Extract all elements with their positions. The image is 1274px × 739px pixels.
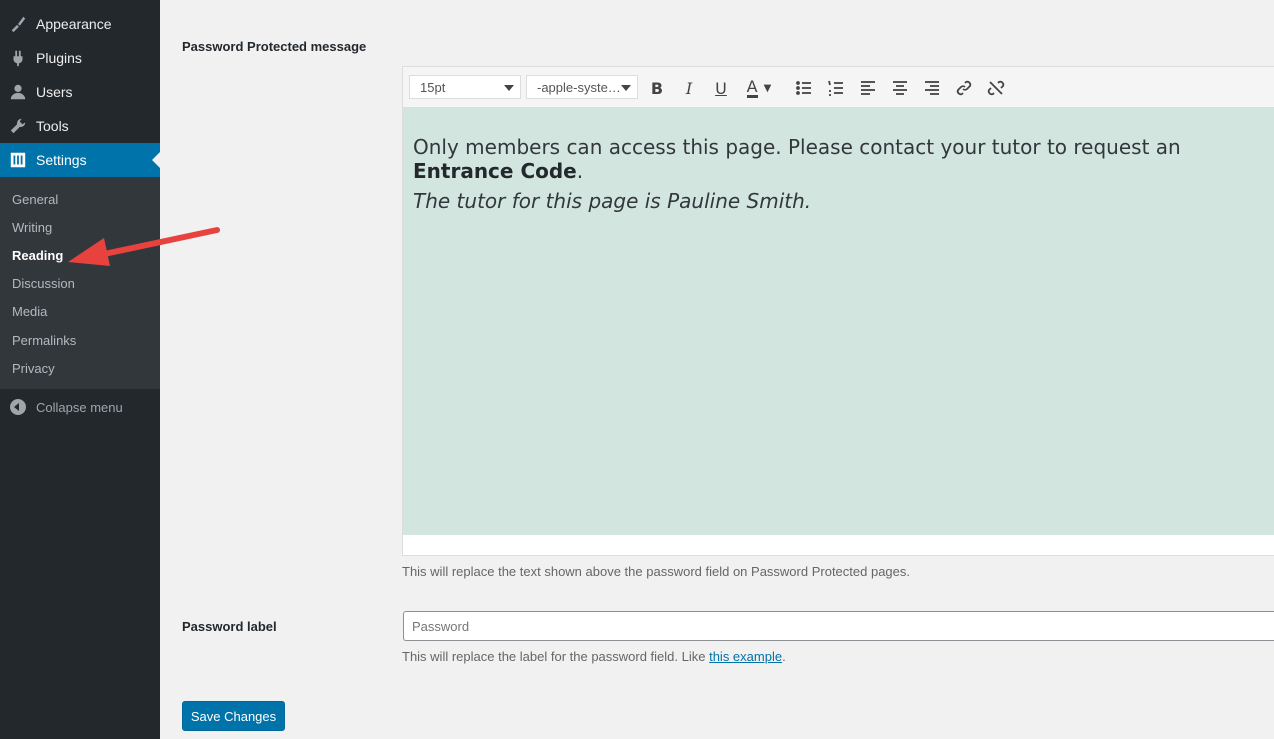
editor-toolbar: 15pt -apple-syste… B I U A ▼ [403,67,1274,108]
bullet-list-icon[interactable] [793,77,815,99]
menu-item-settings[interactable]: Settings [0,143,160,177]
save-changes-button[interactable]: Save Changes [182,701,285,731]
menu-item-plugins[interactable]: Plugins [0,41,160,75]
menu-label: Users [36,84,73,100]
submenu-general[interactable]: General [12,192,58,207]
user-icon [0,83,36,101]
italic-icon[interactable]: I [678,77,700,99]
submenu-writing[interactable]: Writing [12,220,52,235]
paintbrush-icon [0,15,36,33]
menu-item-users[interactable]: Users [0,75,160,109]
wrench-icon [0,117,36,135]
submenu-media[interactable]: Media [12,304,47,319]
menu-item-tools[interactable]: Tools [0,109,160,143]
password-label-label: Password label [182,619,277,634]
password-label-input[interactable] [403,611,1274,641]
unlink-icon[interactable] [985,77,1007,99]
align-left-icon[interactable] [857,77,879,99]
settings-submenu: General Writing Reading Discussion Media… [0,177,160,389]
submenu-reading[interactable]: Reading [12,248,63,263]
message-paragraph-2: The tutor for this page is Pauline Smith… [413,189,812,213]
align-right-icon[interactable] [921,77,943,99]
message-description: This will replace the text shown above t… [402,564,910,579]
menu-label: Plugins [36,50,82,66]
password-description-period: . [782,649,786,664]
entrance-code-bold: Entrance Code [413,159,577,183]
collapse-label: Collapse menu [36,399,123,415]
editor-content[interactable]: Only members can access this page. Pleas… [403,108,1274,535]
example-link[interactable]: this example [709,649,782,664]
message-paragraph-1: Only members can access this page. Pleas… [413,135,1274,183]
numbered-list-icon[interactable] [825,77,847,99]
rich-text-editor[interactable]: 15pt -apple-syste… B I U A ▼ Only member… [402,66,1274,556]
align-center-icon[interactable] [889,77,911,99]
link-icon[interactable] [953,77,975,99]
font-size-select[interactable]: 15pt [409,75,521,99]
menu-label: Tools [36,118,69,134]
message-period: . [576,159,584,183]
admin-sidebar: Appearance Plugins Users Tools Settings … [0,0,160,739]
password-description: This will replace the label for the pass… [402,649,786,664]
collapse-arrow-icon [0,399,36,415]
bold-icon[interactable]: B [646,77,668,99]
collapse-menu-button[interactable]: Collapse menu [0,396,160,418]
menu-label: Settings [36,152,87,168]
submenu-privacy[interactable]: Privacy [12,361,55,376]
password-description-text: This will replace the label for the pass… [402,649,710,664]
text-color-icon[interactable]: A ▼ [741,77,777,99]
submenu-permalinks[interactable]: Permalinks [12,333,76,348]
password-message-label: Password Protected message [182,39,367,54]
underline-icon[interactable]: U [710,77,732,99]
annotation-arrow [68,227,220,266]
settings-sliders-icon [0,151,36,169]
font-family-select[interactable]: -apple-syste… [526,75,638,99]
submenu-discussion[interactable]: Discussion [12,276,75,291]
menu-item-appearance[interactable]: Appearance [0,7,160,41]
message-text: Only members can access this page. Pleas… [413,135,1181,159]
plugin-icon [0,49,36,67]
menu-label: Appearance [36,16,112,32]
